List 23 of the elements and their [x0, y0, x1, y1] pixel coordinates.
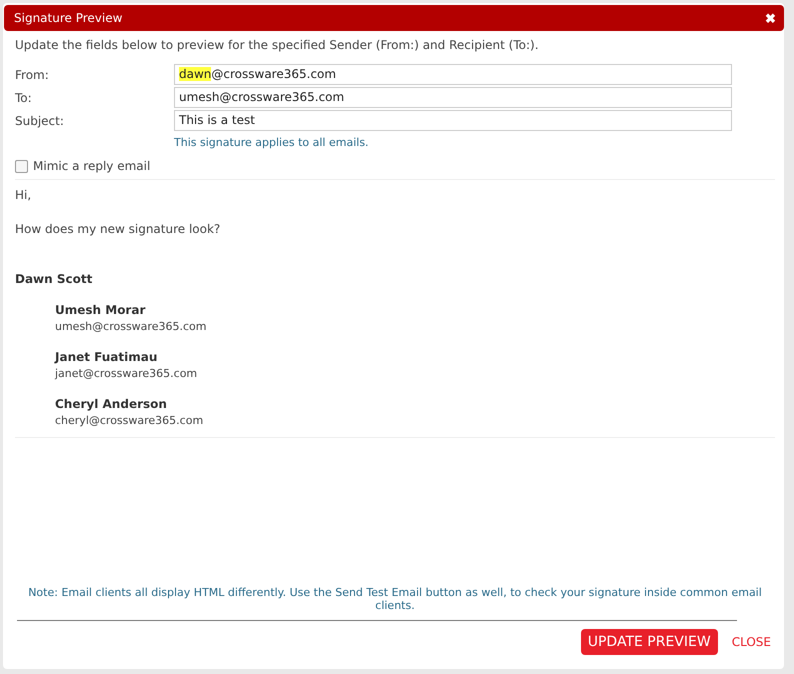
field-label: From: — [15, 68, 50, 82]
contact-email: janet@crossware365.com — [55, 367, 198, 380]
contact-name: Janet Fuatimau — [55, 350, 158, 364]
checkbox[interactable] — [15, 160, 28, 172]
field-label: Subject: — [15, 114, 65, 128]
input-field[interactable]: dawn@crossware365.com — [174, 64, 732, 85]
contact-email: cheryl@crossware365.com — [55, 414, 204, 427]
dialog-title: Signature Preview — [14, 11, 122, 25]
field-label: To: — [15, 90, 33, 104]
update-preview-button[interactable]: UPDATE PREVIEW — [580, 629, 718, 655]
hint-text: This signature applies to all emails. — [174, 136, 370, 149]
checkbox-label: Mimic a reply email — [33, 159, 150, 173]
input-field[interactable]: umesh@crossware365.com — [174, 87, 732, 108]
contact-name: Cheryl Anderson — [55, 397, 168, 411]
greeting-text: Hi, — [15, 188, 32, 202]
intro-text: Update the fields below to preview for the specified Sender (From:) and Recipient (To:). — [15, 38, 540, 52]
body-text: How does my new signature look? — [15, 222, 222, 236]
note-text: Note: Email clients all display HTML differently. Use the Send Test Email button as well, to check your signature inside common email clients. — [27, 586, 763, 612]
contact-email: umesh@crossware365.com — [55, 320, 208, 333]
close-button[interactable]: CLOSE — [732, 635, 771, 649]
sender-name: Dawn Scott — [15, 272, 94, 286]
input-field[interactable]: This is a test — [174, 110, 732, 131]
contact-name: Umesh Morar — [55, 303, 146, 317]
